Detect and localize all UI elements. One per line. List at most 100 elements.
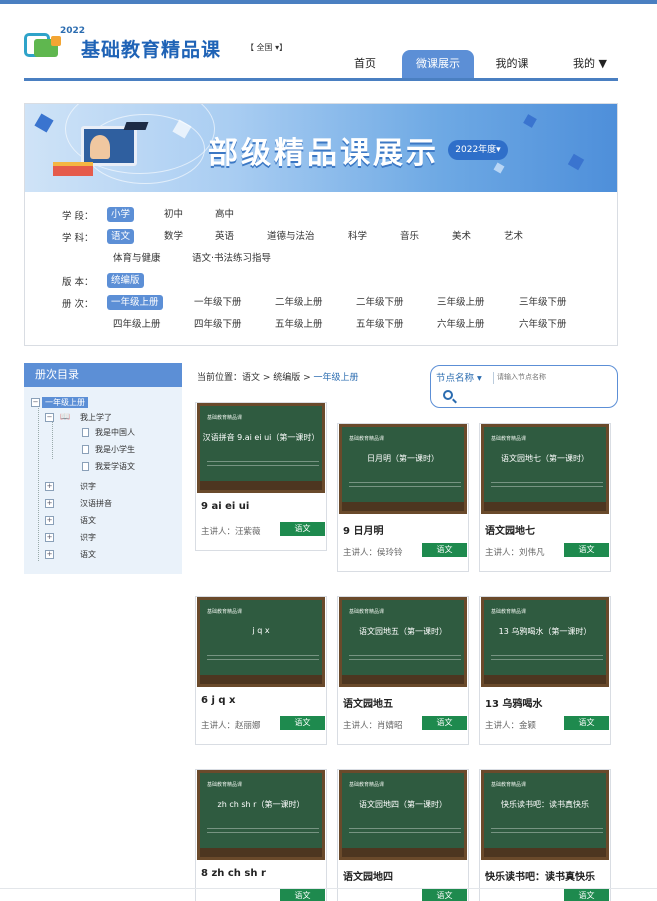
stage-option[interactable]: 初中	[164, 207, 183, 222]
board-publisher: 基础教育精品课	[207, 609, 243, 615]
course-title[interactable]: 6 j q x	[201, 695, 235, 706]
course-title[interactable]: 语文园地七	[485, 522, 535, 537]
course-thumbnail[interactable]: 基础教育精品课 语文园地四（第一课时）	[339, 770, 467, 860]
course-thumbnail[interactable]: 基础教育精品课 j q x	[197, 597, 325, 687]
course-title[interactable]: 9 日月明	[343, 522, 383, 537]
expand-icon[interactable]: +	[45, 533, 54, 542]
board-meta-lines	[207, 652, 319, 666]
edition-option[interactable]: 统编版	[107, 273, 144, 288]
region-selector[interactable]: 【 全国 ▾】	[246, 42, 287, 53]
board-meta-lines	[491, 652, 603, 666]
collapse-icon[interactable]: −	[31, 398, 40, 407]
stage-option[interactable]: 小学	[107, 207, 135, 222]
volume-option[interactable]: 四年级上册	[113, 317, 161, 332]
subject-option[interactable]: 语文	[107, 229, 135, 244]
volume-option[interactable]: 二年级上册	[275, 295, 323, 310]
course-card[interactable]: 基础教育精品课 语文园地七（第一课时） 语文园地七 主讲人：刘伟凡 语文	[479, 423, 611, 572]
book-icon: 📖	[60, 412, 70, 421]
subject-option[interactable]: 体育与健康	[113, 251, 161, 266]
volume-option[interactable]: 二年级下册	[356, 295, 404, 310]
year-selector[interactable]: 2022年度▾	[448, 140, 508, 160]
chalk-tray	[342, 848, 464, 857]
course-card[interactable]: 基础教育精品课 语文园地五（第一课时） 语文园地五 主讲人：肖婧昭 语文	[337, 596, 469, 745]
course-title[interactable]: 9 ai ei ui	[201, 501, 249, 512]
course-host: 主讲人：侯玲铃	[343, 548, 403, 558]
tree-node[interactable]: 语文	[80, 515, 96, 526]
course-thumbnail[interactable]: 基础教育精品课 语文园地七（第一课时）	[481, 424, 609, 514]
subject-tag: 语文	[564, 716, 609, 730]
tree-leaf[interactable]: 我是中国人	[95, 427, 135, 438]
tree-leaf[interactable]: 我是小学生	[95, 444, 135, 455]
subject-option[interactable]: 英语	[215, 229, 234, 244]
course-card[interactable]: 基础教育精品课 语文园地四（第一课时） 语文园地四 语文	[337, 769, 469, 901]
volume-option[interactable]: 一年级下册	[194, 295, 242, 310]
subject-option[interactable]: 道德与法治	[267, 229, 315, 244]
page-divider	[0, 888, 657, 889]
breadcrumb-path[interactable]: 语文 > 统编版 >	[242, 373, 314, 383]
search-icon[interactable]	[443, 390, 453, 400]
board-publisher: 基础教育精品课	[207, 415, 243, 421]
course-card[interactable]: 基础教育精品课 日月明（第一课时） 9 日月明 主讲人：侯玲铃 语文	[337, 423, 469, 572]
subject-option[interactable]: 美术	[452, 229, 471, 244]
expand-icon[interactable]: +	[45, 499, 54, 508]
tree-node[interactable]: 汉语拼音	[80, 498, 112, 509]
course-thumbnail[interactable]: 基础教育精品课 汉语拼音 9.ai ei ui（第一课时）	[197, 403, 325, 493]
course-card[interactable]: 基础教育精品课 汉语拼音 9.ai ei ui（第一课时） 9 ai ei ui 主讲…	[195, 402, 327, 551]
course-title[interactable]: 13 乌鸦喝水	[485, 695, 542, 710]
expand-icon[interactable]: +	[45, 482, 54, 491]
course-title[interactable]: 快乐读书吧：读书真快乐	[485, 868, 595, 883]
board-publisher: 基础教育精品课	[349, 436, 385, 442]
subject-option[interactable]: 数学	[164, 229, 183, 244]
nav-my-uploads[interactable]: 我的课	[484, 50, 540, 78]
course-thumbnail[interactable]: 基础教育精品课 zh ch sh r（第一课时）	[197, 770, 325, 860]
volume-option[interactable]: 五年级下册	[356, 317, 404, 332]
course-thumbnail[interactable]: 基础教育精品课 快乐读书吧：读书真快乐	[481, 770, 609, 860]
nav-micro-course[interactable]: 微课展示	[402, 50, 474, 78]
catalog-title: 册次目录	[24, 363, 182, 387]
subject-option[interactable]: 语文·书法练习指导	[192, 251, 271, 266]
course-card[interactable]: 基础教育精品课 j q x 6 j q x 主讲人：赵丽娜 语文	[195, 596, 327, 745]
cube-icon	[523, 114, 537, 128]
expand-icon[interactable]: +	[45, 516, 54, 525]
chalk-tray	[342, 675, 464, 684]
search-input[interactable]	[497, 369, 609, 385]
site-logo[interactable]: 2022	[24, 26, 85, 60]
collapse-icon[interactable]: −	[45, 413, 54, 422]
volume-option[interactable]: 六年级上册	[437, 317, 485, 332]
subject-option[interactable]: 科学	[348, 229, 367, 244]
tree-node[interactable]: 识字	[80, 532, 96, 543]
site-brand[interactable]: 基础教育精品课	[81, 35, 221, 62]
course-title[interactable]: 语文园地五	[343, 695, 393, 710]
search-divider	[493, 372, 494, 384]
search-type-dropdown[interactable]: 节点名称 ▾	[436, 370, 482, 384]
breadcrumb-current[interactable]: 一年级上册	[314, 373, 359, 383]
tree-group[interactable]: 我上学了	[80, 412, 112, 423]
chalk-tray	[200, 848, 322, 857]
nav-my-menu[interactable]: 我的 ▼	[566, 50, 614, 78]
course-card[interactable]: 基础教育精品课 zh ch sh r（第一课时） 8 zh ch sh r 语文	[195, 769, 327, 901]
stage-option[interactable]: 高中	[215, 207, 234, 222]
course-title[interactable]: 语文园地四	[343, 868, 393, 883]
course-card[interactable]: 基础教育精品课 13 乌鸦喝水（第一课时） 13 乌鸦喝水 主讲人：金颖 语文	[479, 596, 611, 745]
tree-node[interactable]: 识字	[80, 481, 96, 492]
nav-home[interactable]: 首页	[340, 50, 390, 78]
volume-option[interactable]: 三年级上册	[437, 295, 485, 310]
volume-option[interactable]: 四年级下册	[194, 317, 242, 332]
tree-leaf[interactable]: 我爱学语文	[95, 461, 135, 472]
tree-root[interactable]: 一年级上册	[42, 397, 88, 408]
course-thumbnail[interactable]: 基础教育精品课 语文园地五（第一课时）	[339, 597, 467, 687]
subject-option[interactable]: 艺术	[504, 229, 523, 244]
volume-option[interactable]: 五年级上册	[275, 317, 323, 332]
course-thumbnail[interactable]: 基础教育精品课 13 乌鸦喝水（第一课时）	[481, 597, 609, 687]
volume-option[interactable]: 一年级上册	[107, 295, 163, 310]
course-title[interactable]: 8 zh ch sh r	[201, 868, 266, 879]
tree-node[interactable]: 语文	[80, 549, 96, 560]
course-thumbnail[interactable]: 基础教育精品课 日月明（第一课时）	[339, 424, 467, 514]
course-card[interactable]: 基础教育精品课 快乐读书吧：读书真快乐 快乐读书吧：读书真快乐 语文	[479, 769, 611, 901]
document-icon	[82, 445, 89, 454]
expand-icon[interactable]: +	[45, 550, 54, 559]
subject-option[interactable]: 音乐	[400, 229, 419, 244]
board-meta-lines	[349, 479, 461, 493]
volume-option[interactable]: 三年级下册	[519, 295, 567, 310]
volume-option[interactable]: 六年级下册	[519, 317, 567, 332]
